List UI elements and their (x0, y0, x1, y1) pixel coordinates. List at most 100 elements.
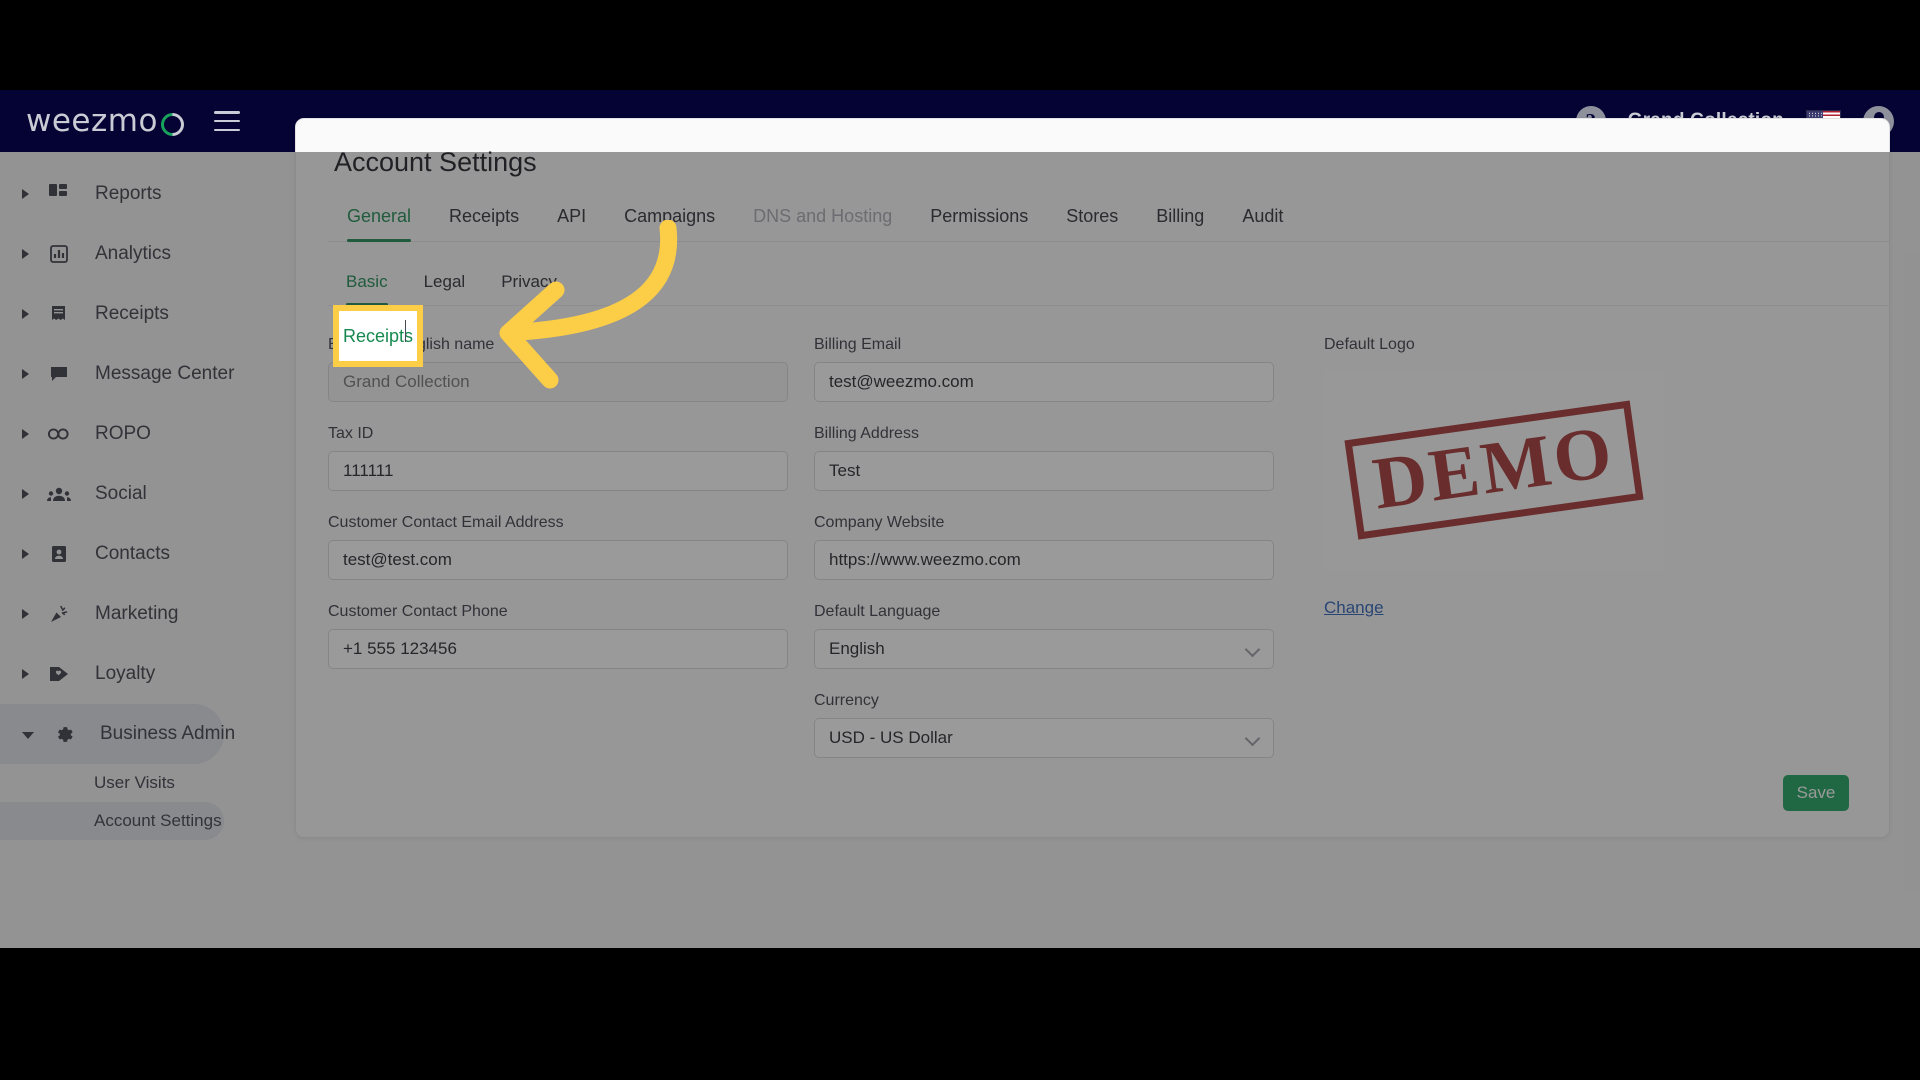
sidebar-item-social[interactable]: Social (0, 464, 224, 524)
field-label: Company Website (814, 514, 945, 531)
form-column-left: Business English name Tax ID Customer Co… (328, 336, 788, 781)
default-logo-image: DEMO (1324, 370, 1664, 570)
page-title: Account Settings (334, 147, 537, 177)
sidebar-item-label: Contacts (95, 543, 170, 564)
field-billing-address: Billing Address (814, 425, 1274, 491)
sidebar-navigation: Reports Analytics Receipts Message Cente… (0, 152, 290, 948)
field-currency: Currency (814, 692, 1274, 758)
tab-general[interactable]: General (328, 200, 430, 242)
tab-campaigns[interactable]: Campaigns (605, 200, 734, 241)
settings-tab-bar: General Receipts API Campaigns DNS and H… (328, 200, 1889, 242)
billing-address-input[interactable] (814, 451, 1274, 491)
sidebar-item-label: Message Center (95, 363, 235, 384)
chevron-right-icon (22, 189, 29, 199)
tax-id-input[interactable] (328, 451, 788, 491)
field-label: Currency (814, 692, 879, 709)
save-button[interactable]: Save (1783, 775, 1849, 811)
screenshot-stage: weezmo ? Grand Collection Reports (0, 0, 1920, 1080)
weezmo-logo[interactable]: weezmo (26, 103, 189, 141)
chevron-right-icon (22, 549, 29, 559)
field-tax-id: Tax ID (328, 425, 788, 491)
tag-heart-icon (45, 660, 73, 688)
field-business-english-name: Business English name (328, 336, 788, 402)
sidebar-item-message-center[interactable]: Message Center (0, 344, 234, 404)
chevron-down-icon (22, 732, 34, 739)
tab-permissions[interactable]: Permissions (911, 200, 1047, 241)
chevron-right-icon (22, 249, 29, 259)
sidebar-item-label: ROPO (95, 423, 151, 444)
form-column-logo: Default Logo DEMO Change (1300, 336, 1720, 781)
account-settings-panel: Account Settings General Receipts API Ca… (295, 118, 1890, 838)
field-default-language: Default Language (814, 603, 1274, 669)
field-label: Customer Contact Phone (328, 603, 508, 620)
hamburger-icon[interactable] (213, 111, 240, 131)
default-language-select-wrap[interactable] (814, 629, 1274, 669)
company-website-input[interactable] (814, 540, 1274, 580)
sidebar-item-label: Reports (95, 183, 162, 204)
sidebar-item-label: Social (95, 483, 147, 504)
chevron-right-icon (22, 669, 29, 679)
chat-bubble-icon (45, 360, 73, 388)
field-label: Business English name (328, 336, 495, 353)
chevron-right-icon (22, 429, 29, 439)
settings-subtab-bar: Basic Legal Privacy (328, 268, 1889, 306)
demo-stamp: DEMO (1344, 400, 1644, 540)
chevron-right-icon (22, 489, 29, 499)
tab-dns-and-hosting: DNS and Hosting (753, 206, 893, 226)
tab-audit[interactable]: Audit (1223, 200, 1302, 241)
field-label: Billing Email (814, 336, 902, 353)
field-company-website: Company Website (814, 514, 1274, 580)
field-label: Default Language (814, 603, 941, 620)
sidebar-item-label: Loyalty (95, 663, 156, 684)
tab-stores[interactable]: Stores (1047, 200, 1137, 241)
sidebar-subitem-account-settings[interactable]: Account Settings (0, 802, 224, 840)
sidebar-item-label: Analytics (95, 243, 172, 264)
sidebar-item-receipts[interactable]: Receipts (0, 284, 224, 344)
billing-email-input[interactable] (814, 362, 1274, 402)
contact-card-icon (45, 540, 73, 568)
sidebar-item-label: Business Admin (100, 723, 236, 744)
sidebar-subitem-user-visits[interactable]: User Visits (0, 764, 224, 802)
subtab-privacy[interactable]: Privacy (483, 268, 575, 305)
business-english-name-input[interactable] (328, 362, 788, 402)
field-billing-email: Billing Email (814, 336, 1274, 402)
sidebar-item-analytics[interactable]: Analytics (0, 224, 224, 284)
customer-contact-phone-input[interactable] (328, 629, 788, 669)
dashboard-grid-icon (45, 180, 73, 208)
infinity-icon (45, 420, 73, 448)
customer-contact-email-input[interactable] (328, 540, 788, 580)
people-group-icon (45, 480, 73, 508)
sidebar-item-ropo[interactable]: ROPO (0, 404, 224, 464)
logo-text: weezmo (26, 103, 158, 139)
sidebar-item-loyalty[interactable]: Loyalty (0, 644, 224, 704)
sidebar-item-marketing[interactable]: Marketing (0, 584, 224, 644)
sidebar-item-label: Receipts (95, 303, 169, 324)
field-customer-contact-email: Customer Contact Email Address (328, 514, 788, 580)
chevron-right-icon (22, 309, 29, 319)
sidebar-item-reports[interactable]: Reports (0, 164, 224, 224)
subtab-legal[interactable]: Legal (406, 268, 484, 305)
sidebar-item-contacts[interactable]: Contacts (0, 524, 224, 584)
field-label: Customer Contact Email Address (328, 514, 564, 531)
subtab-basic[interactable]: Basic (328, 268, 406, 306)
bar-chart-icon (45, 240, 73, 268)
app-viewport: weezmo ? Grand Collection Reports (0, 90, 1920, 948)
gear-icon (50, 720, 78, 748)
default-language-select[interactable] (814, 629, 1274, 669)
currency-select-wrap[interactable] (814, 718, 1274, 758)
field-label: Billing Address (814, 425, 919, 442)
tab-billing[interactable]: Billing (1137, 200, 1223, 241)
tab-receipts[interactable]: Receipts (430, 200, 538, 241)
change-logo-link[interactable]: Change (1324, 598, 1384, 618)
currency-select[interactable] (814, 718, 1274, 758)
chevron-right-icon (22, 609, 29, 619)
party-popper-icon (45, 600, 73, 628)
form-column-middle: Billing Email Billing Address Company We… (814, 336, 1274, 781)
logo-arc-icon (156, 107, 189, 141)
sidebar-item-business-admin[interactable]: Business Admin (0, 704, 235, 764)
field-label: Tax ID (328, 425, 374, 442)
tab-api[interactable]: API (538, 200, 605, 241)
settings-form: Business English name Tax ID Customer Co… (296, 306, 1889, 781)
field-customer-contact-phone: Customer Contact Phone (328, 603, 788, 669)
receipt-icon (45, 300, 73, 328)
